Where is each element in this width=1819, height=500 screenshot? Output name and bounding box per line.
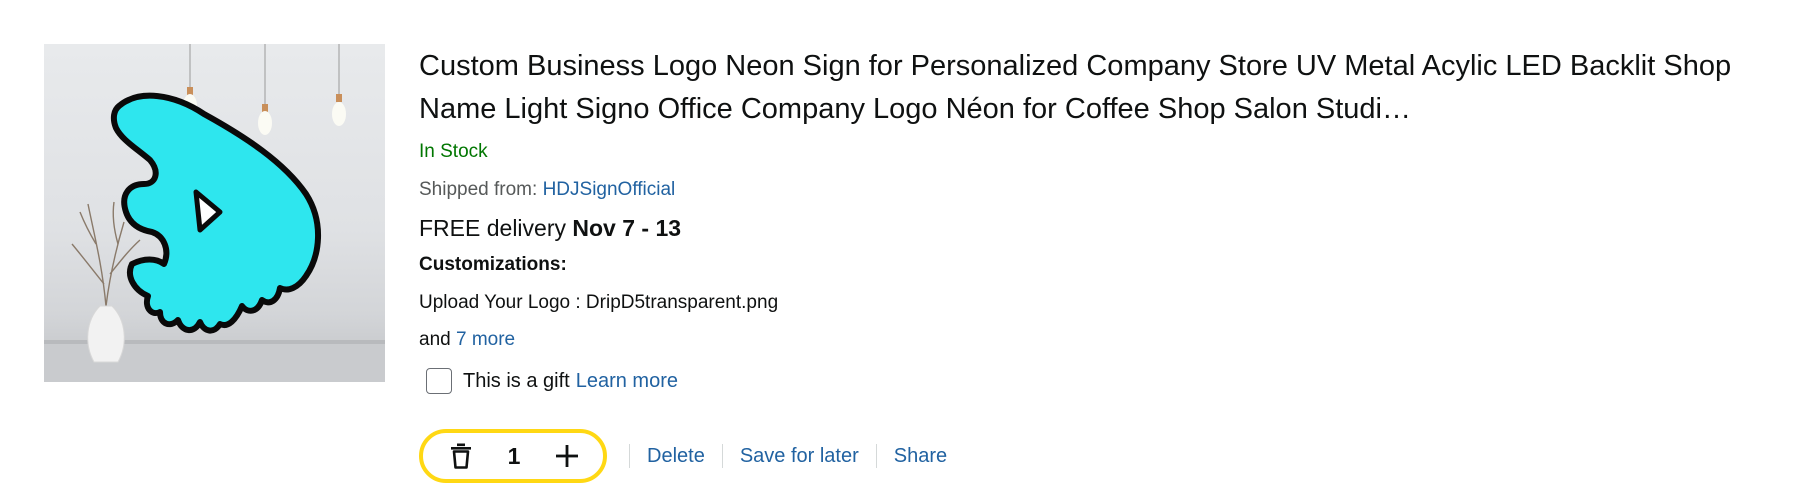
shipped-from: Shipped from: HDJSignOfficial — [419, 178, 1784, 202]
share-button[interactable]: Share — [894, 445, 947, 468]
action-divider — [875, 444, 877, 468]
shipped-from-label: Shipped from: — [419, 179, 543, 200]
gift-checkbox[interactable] — [426, 368, 452, 394]
product-title[interactable]: Custom Business Logo Neon Sign for Perso… — [419, 45, 1784, 131]
trash-icon[interactable] — [445, 440, 477, 472]
customization-logo-file: Upload Your Logo : DripD5transparent.png — [419, 292, 779, 313]
stock-status: In Stock — [419, 141, 488, 162]
delivery-info: FREE delivery Nov 7 - 13 — [419, 214, 1784, 242]
more-prefix: and — [419, 329, 456, 350]
action-divider — [721, 444, 723, 468]
item-actions: 1 Delete Save for later Share — [419, 426, 1784, 486]
gift-option: This is a gift Learn more — [419, 366, 1784, 396]
save-for-later-button[interactable]: Save for later — [740, 445, 859, 468]
gift-label[interactable]: This is a gift — [463, 370, 570, 393]
delivery-dates: Nov 7 - 13 — [572, 215, 682, 241]
product-image[interactable] — [44, 44, 385, 382]
customizations-heading: Customizations: — [419, 254, 567, 275]
quantity-stepper: 1 — [419, 429, 607, 483]
more-customizations: and 7 more — [419, 328, 1784, 352]
action-divider — [629, 444, 630, 468]
item-details: Custom Business Logo Neon Sign for Perso… — [419, 44, 1784, 486]
delete-button[interactable]: Delete — [647, 445, 705, 468]
quantity-value: 1 — [507, 442, 521, 469]
cart-item: Custom Business Logo Neon Sign for Perso… — [44, 44, 1784, 484]
more-customizations-link[interactable]: 7 more — [456, 329, 515, 350]
plus-icon[interactable] — [551, 440, 583, 472]
gift-learn-more-link[interactable]: Learn more — [576, 370, 678, 393]
delivery-prefix: FREE delivery — [419, 215, 573, 241]
seller-link[interactable]: HDJSignOfficial — [543, 179, 676, 200]
